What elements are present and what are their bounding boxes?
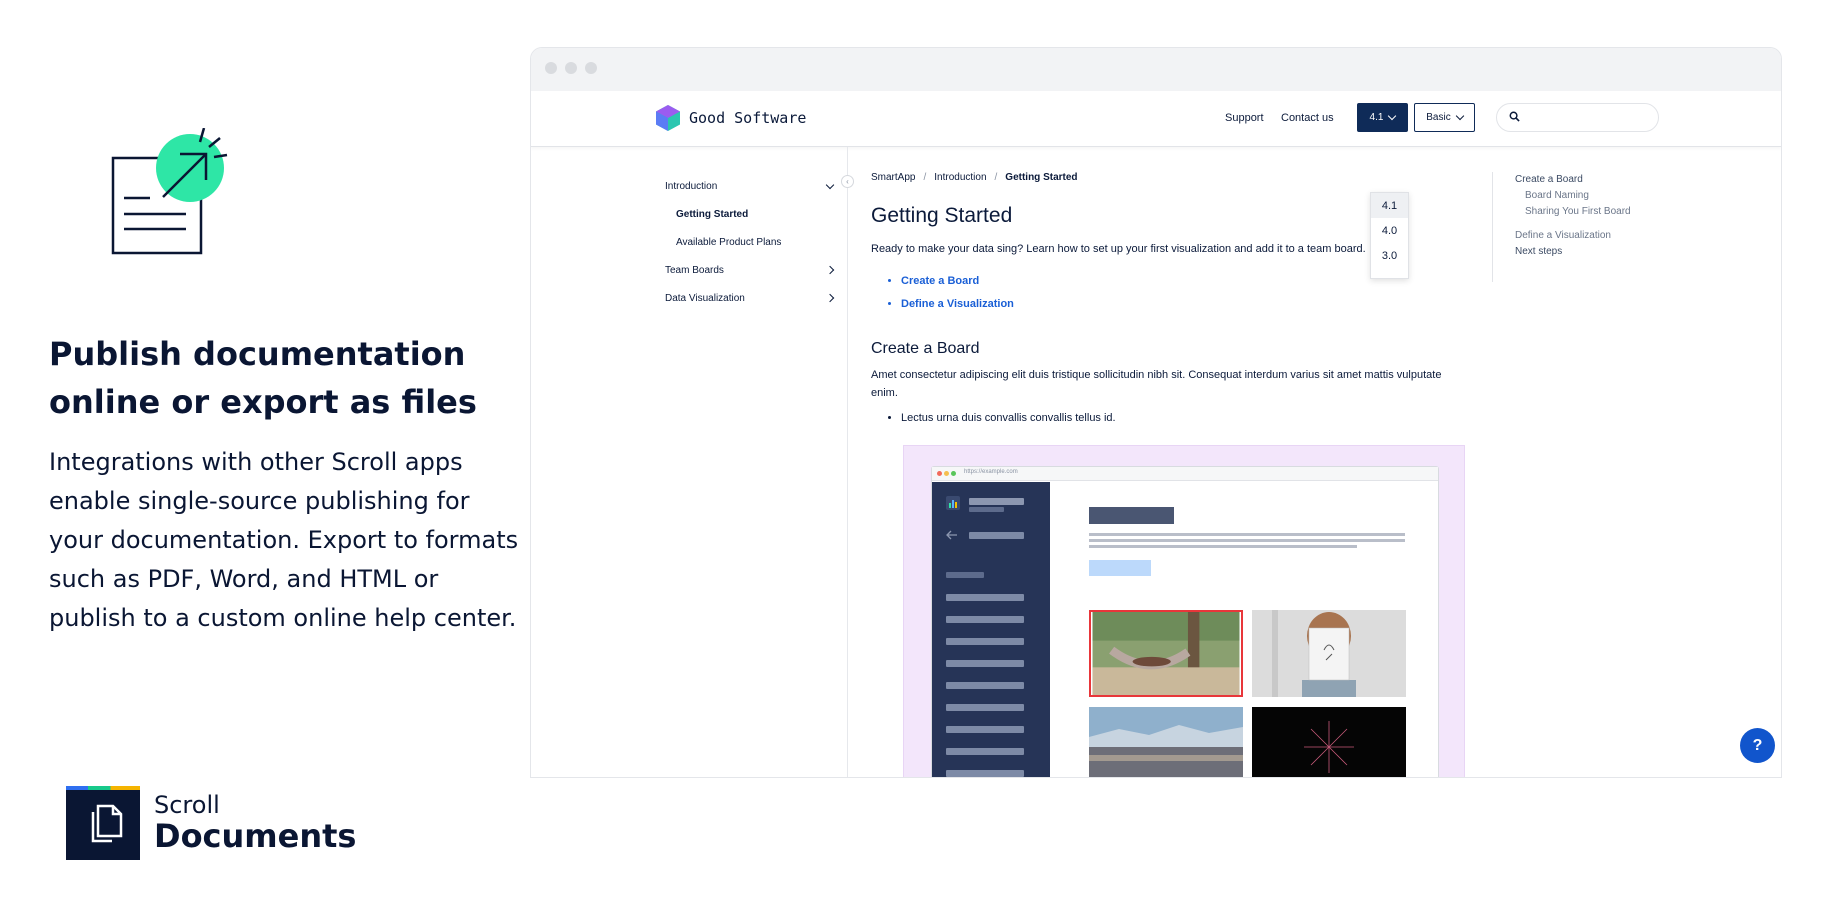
nav-support-link[interactable]: Support <box>1225 112 1264 124</box>
version-menu: 4.1 4.0 3.0 <box>1370 192 1409 279</box>
hammock-photo <box>1089 610 1243 697</box>
fireworks-photo <box>1252 707 1406 777</box>
chevron-down-icon <box>1388 111 1397 120</box>
article-figure: https://example.com <box>903 445 1465 777</box>
breadcrumb-item[interactable]: SmartApp <box>871 172 915 183</box>
version-option[interactable]: 3.0 <box>1371 243 1408 268</box>
browser-chrome <box>531 48 1781 91</box>
sidebar-item-available-product-plans[interactable]: Available Product Plans <box>665 228 837 256</box>
breadcrumb: SmartApp / Introduction / Getting Started <box>871 172 1078 183</box>
table-of-contents: Create a Board Board Naming Sharing You … <box>1492 172 1631 282</box>
article-link[interactable]: Define a Visualization <box>901 293 1471 316</box>
document-publish-icon <box>111 128 228 255</box>
sidebar-item-data-visualization[interactable]: Data Visualization <box>665 284 837 312</box>
mini-sidebar <box>932 482 1050 777</box>
toc-item[interactable]: Create a Board <box>1515 172 1631 188</box>
site-logo-name: Good Software <box>689 109 807 127</box>
section-title: Create a Board <box>871 340 980 357</box>
collapse-sidebar-button[interactable]: ‹ <box>841 175 854 188</box>
brand-lockup: Scroll Documents <box>66 785 356 861</box>
bullet-list: Lectus urna duis convallis convallis tel… <box>901 409 1471 427</box>
help-button[interactable]: ? <box>1740 728 1775 763</box>
mini-browser-bar: https://example.com <box>932 467 1438 481</box>
embedded-app-screenshot: https://example.com <box>931 466 1439 777</box>
question-icon: ? <box>1752 736 1763 754</box>
city-landscape-photo <box>1089 707 1243 777</box>
nav-contact-link[interactable]: Contact us <box>1281 112 1334 124</box>
sidebar-item-team-boards[interactable]: Team Boards <box>665 256 837 284</box>
bullet-item: Lectus urna duis convallis convallis tel… <box>901 409 1471 427</box>
sidebar-item-introduction[interactable]: Introduction <box>665 172 837 200</box>
mini-content <box>1050 482 1438 777</box>
chevron-right-icon[interactable] <box>825 265 835 275</box>
search-input[interactable] <box>1496 103 1659 132</box>
sidebar-item-label: Available Product Plans <box>676 236 782 248</box>
chevron-right-icon[interactable] <box>825 293 835 303</box>
chevron-left-icon: ‹ <box>846 177 849 186</box>
chevron-down-icon[interactable] <box>825 180 835 189</box>
search-icon <box>1509 111 1520 122</box>
toc-item[interactable]: Board Naming <box>1515 188 1631 204</box>
version-button-label: 4.1 <box>1369 112 1384 123</box>
window-dot <box>545 62 557 74</box>
arrow-left-icon <box>946 530 957 540</box>
toc-item[interactable]: Define a Visualization <box>1515 228 1631 244</box>
sidebar-divider <box>847 147 848 777</box>
site-header: Good Software Support Contact us 4.1 Bas… <box>531 91 1781 147</box>
person-with-paper-photo <box>1252 610 1406 697</box>
window-dot <box>565 62 577 74</box>
sidebar-item-label: Data Visualization <box>665 292 745 304</box>
page: Publish documentation online or export a… <box>0 0 1843 900</box>
section-paragraph: Amet consectetur adipiscing elit duis tr… <box>871 369 1442 399</box>
hexagon-logo-icon <box>656 105 680 131</box>
docs-sidebar: Introduction Getting Started Available P… <box>665 172 837 312</box>
mini-url: https://example.com <box>964 469 1018 475</box>
sidebar-item-getting-started[interactable]: Getting Started <box>665 200 837 228</box>
hero-body: Integrations with other Scroll apps enab… <box>49 448 519 632</box>
sidebar-item-label: Team Boards <box>665 264 724 276</box>
version-dropdown-button[interactable]: 4.1 <box>1357 103 1408 132</box>
sidebar-item-label: Introduction <box>665 180 718 192</box>
hero-headline: Publish documentation online or export a… <box>49 335 477 421</box>
breadcrumb-item[interactable]: Introduction <box>934 172 986 183</box>
brand-line2: Documents <box>154 817 357 855</box>
plan-dropdown-button[interactable]: Basic <box>1414 103 1475 132</box>
browser-window: Good Software Support Contact us 4.1 Bas… <box>530 47 1782 778</box>
version-option[interactable]: 4.1 <box>1371 193 1408 218</box>
site-logo[interactable]: Good Software <box>655 104 806 132</box>
plan-button-label: Basic <box>1426 112 1451 123</box>
breadcrumb-current: Getting Started <box>1005 172 1078 183</box>
sidebar-item-label: Getting Started <box>676 208 749 220</box>
documents-icon <box>66 786 140 860</box>
window-dot <box>585 62 597 74</box>
toc-item[interactable]: Next steps <box>1515 244 1631 260</box>
toc-item[interactable]: Sharing You First Board <box>1515 204 1631 220</box>
version-option[interactable]: 4.0 <box>1371 218 1408 243</box>
brand-line1: Scroll <box>154 791 220 819</box>
chevron-down-icon <box>1455 111 1464 120</box>
chart-logo-icon <box>946 496 960 510</box>
